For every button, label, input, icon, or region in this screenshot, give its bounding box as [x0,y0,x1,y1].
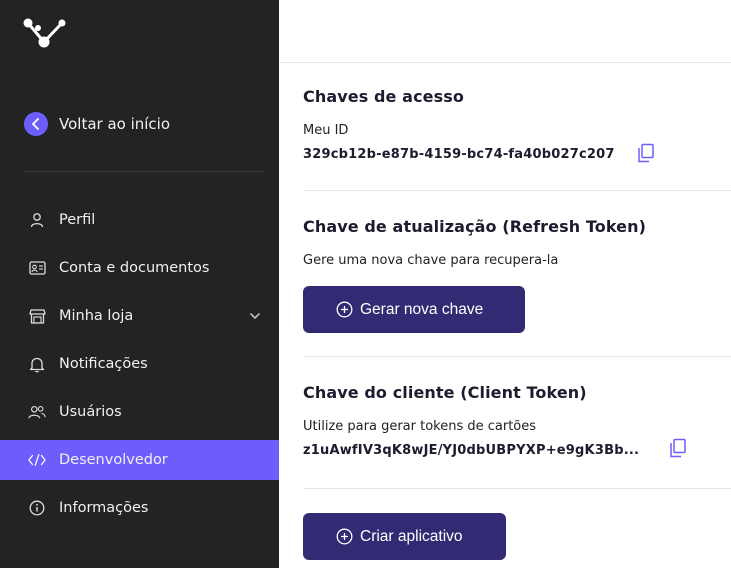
top-bar [279,0,731,63]
sidebar-divider [24,171,264,172]
client-token-description: Utilize para gerar tokens de cartões [303,419,537,434]
generate-new-key-label: Gerar nova chave [360,300,484,318]
chevron-down-icon[interactable] [247,308,263,324]
client-token-title: Chave do cliente (Client Token) [303,383,587,402]
info-icon [28,499,46,517]
sidebar-item-label: Desenvolvedor [59,452,168,468]
sidebar-item-perfil[interactable]: Perfil [0,200,279,240]
generate-new-key-button[interactable]: Gerar nova chave [303,286,525,333]
create-app-label: Criar aplicativo [360,527,463,545]
section-divider [303,190,731,191]
sidebar-item-usuarios[interactable]: Usuários [0,392,279,432]
sidebar-item-label: Usuários [59,404,122,420]
sidebar-item-label: Informações [59,500,149,516]
code-icon [28,451,46,469]
sidebar-item-label: Notificações [59,356,148,372]
sidebar-item-label: Minha loja [59,308,134,324]
sidebar-item-minha-loja[interactable]: Minha loja [0,296,279,336]
client-token-value: z1uAwfIV3qK8wJE/YJ0dbUBPYXP+e9gK3Bb... [303,443,640,458]
user-icon [28,211,46,229]
store-icon [28,307,46,325]
section-divider [303,356,731,357]
sidebar-item-label: Conta e documentos [59,260,210,276]
create-app-button[interactable]: Criar aplicativo [303,513,506,560]
access-keys-title: Chaves de acesso [303,87,464,106]
copy-client-token-icon[interactable] [669,438,687,458]
back-to-home-label: Voltar ao início [59,115,171,133]
copy-id-icon[interactable] [637,143,655,163]
section-divider [303,488,731,489]
refresh-token-description: Gere uma nova chave para recupera-la [303,253,559,268]
plus-circle-icon [336,301,353,318]
main-content: Chaves de acesso Meu ID 329cb12b-e87b-41… [279,0,731,568]
chevron-left-icon [24,112,48,136]
sidebar-item-informacoes[interactable]: Informações [0,488,279,528]
sidebar: Voltar ao início Perfil Conta e document… [0,0,279,568]
bell-icon [28,355,46,373]
sidebar-item-notificacoes[interactable]: Notificações [0,344,279,384]
my-id-value: 329cb12b-e87b-4159-bc74-fa40b027c207 [303,147,615,162]
app-logo-icon[interactable] [22,17,66,49]
back-to-home-button[interactable]: Voltar ao início [24,111,170,137]
users-icon [28,403,46,421]
sidebar-item-conta-documentos[interactable]: Conta e documentos [0,248,279,288]
id-card-icon [28,259,46,277]
sidebar-item-desenvolvedor[interactable]: Desenvolvedor [0,440,279,480]
plus-circle-icon [336,528,353,545]
sidebar-item-label: Perfil [59,212,96,228]
my-id-label: Meu ID [303,123,349,138]
refresh-token-title: Chave de atualização (Refresh Token) [303,217,647,236]
